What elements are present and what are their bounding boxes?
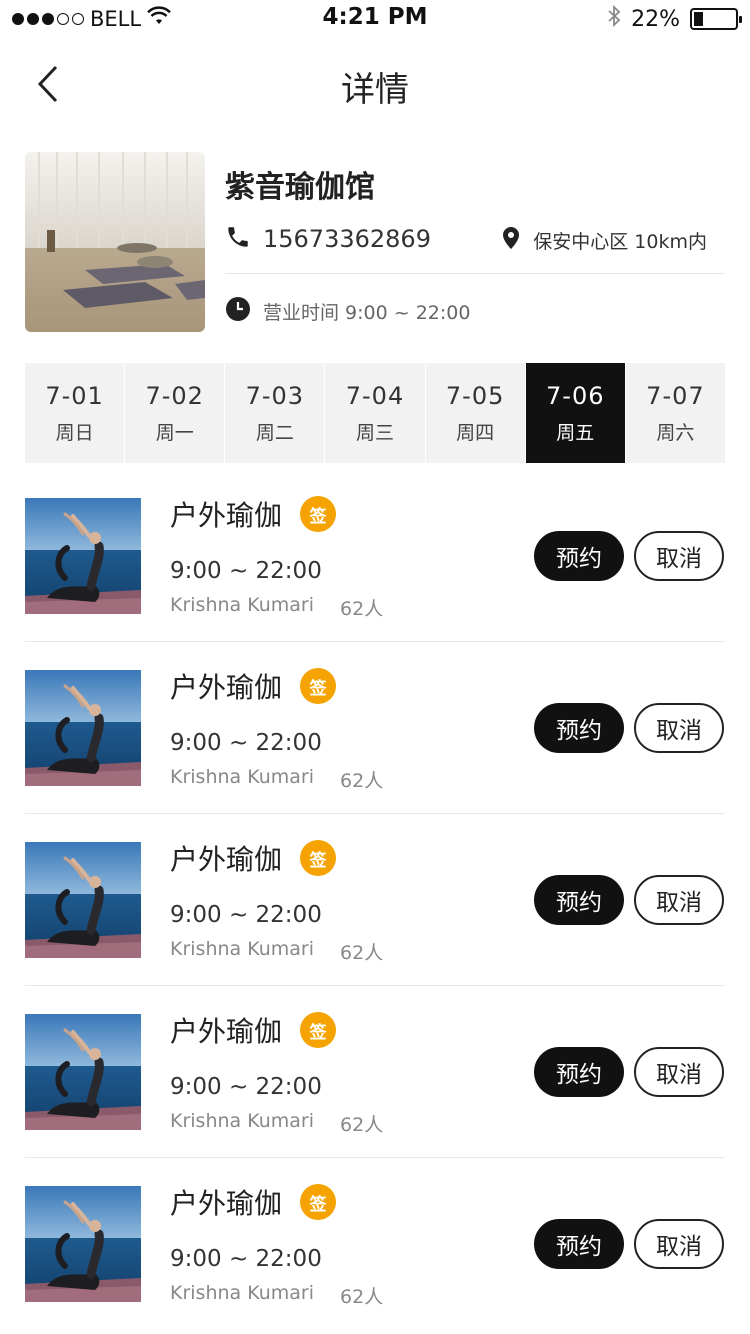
instructor-name: Krishna Kumari	[170, 766, 315, 788]
participant-count: 62人	[340, 1286, 384, 1308]
date-tab[interactable]: 7-04 周三	[325, 363, 426, 463]
class-meta: Krishna Kumari 62人	[170, 1282, 383, 1309]
class-meta: Krishna Kumari 62人	[170, 766, 383, 793]
class-thumbnail	[25, 670, 141, 786]
date-label: 7-05	[445, 381, 505, 410]
class-time: 9:00 ~ 22:00	[170, 558, 322, 584]
date-tabs: 7-01 周日 7-02 周一 7-03 周二 7-04 周三 7-05 周四 7-06 周…	[25, 363, 725, 463]
date-label: 7-06	[546, 381, 605, 410]
book-button[interactable]: 预约	[534, 531, 624, 581]
class-title: 户外瑜伽签	[170, 494, 337, 534]
list-item: 户外瑜伽签 9:00 ~ 22:00 Krishna Kumari 62人 预约 …	[25, 986, 725, 1158]
date-label: 7-01	[45, 381, 104, 410]
class-time: 9:00 ~ 22:00	[170, 730, 322, 756]
cancel-button[interactable]: 取消	[634, 531, 724, 581]
venue-name: 紫音瑜伽馆	[225, 170, 375, 205]
venue-phone[interactable]: 15673362869	[225, 224, 431, 254]
book-button[interactable]: 预约	[534, 875, 624, 925]
weekday-label: 周四	[456, 421, 495, 444]
class-title-text: 户外瑜伽	[170, 843, 283, 876]
date-label: 7-02	[145, 381, 204, 410]
cancel-button[interactable]: 取消	[634, 703, 724, 753]
venue-location[interactable]: 保安中心区 10km内	[501, 226, 707, 254]
class-title: 户外瑜伽签	[170, 838, 337, 878]
participant-count: 62人	[340, 770, 384, 792]
class-thumbnail	[25, 842, 141, 958]
weekday-label: 周二	[255, 421, 294, 444]
date-tab[interactable]: 7-02 周一	[125, 363, 226, 463]
status-bar: BELL 4:21 PM 22%	[0, 0, 750, 40]
list-item: 户外瑜伽签 9:00 ~ 22:00 Krishna Kumari 62人 预约 …	[25, 642, 725, 814]
hours-text: 营业时间 9:00 ~ 22:00	[263, 301, 471, 324]
date-tab[interactable]: 7-03 周二	[225, 363, 326, 463]
date-label: 7-03	[245, 381, 305, 410]
cancel-button[interactable]: 取消	[634, 1219, 724, 1269]
cancel-button[interactable]: 取消	[634, 875, 724, 925]
venue-hours: 营业时间 9:00 ~ 22:00	[225, 296, 470, 326]
sign-badge: 签	[300, 840, 337, 876]
weekday-label: 周日	[55, 421, 94, 444]
sign-badge: 签	[300, 668, 337, 704]
date-tab[interactable]: 7-05 周四	[426, 363, 526, 463]
divider	[225, 273, 725, 274]
class-thumbnail	[25, 498, 141, 614]
participant-count: 62人	[340, 598, 384, 620]
participant-count: 62人	[340, 942, 384, 964]
class-meta: Krishna Kumari 62人	[170, 1110, 383, 1137]
list-item: 户外瑜伽签 9:00 ~ 22:00 Krishna Kumari 62人 预约 …	[25, 470, 725, 642]
battery-percent: 22%	[631, 6, 680, 32]
location-text: 保安中心区 10km内	[533, 230, 707, 253]
sign-badge: 签	[300, 496, 337, 532]
status-right: 22%	[607, 4, 742, 34]
nav-bar: 详情	[0, 40, 750, 128]
list-item: 户外瑜伽签 9:00 ~ 22:00 Krishna Kumari 62人 预约 …	[25, 1158, 725, 1330]
bluetooth-icon	[607, 4, 621, 34]
class-thumbnail	[25, 1014, 141, 1130]
class-time: 9:00 ~ 22:00	[170, 1246, 322, 1272]
weekday-label: 周一	[155, 421, 194, 444]
sign-badge: 签	[300, 1184, 337, 1220]
class-title: 户外瑜伽签	[170, 1182, 337, 1222]
class-time: 9:00 ~ 22:00	[170, 1074, 322, 1100]
participant-count: 62人	[340, 1114, 384, 1136]
class-title: 户外瑜伽签	[170, 1010, 337, 1050]
list-item: 户外瑜伽签 9:00 ~ 22:00 Krishna Kumari 62人 预约 …	[25, 814, 725, 986]
location-pin-icon	[501, 226, 521, 254]
class-title-text: 户外瑜伽	[170, 671, 283, 704]
instructor-name: Krishna Kumari	[170, 938, 315, 960]
book-button[interactable]: 预约	[534, 1219, 624, 1269]
class-title: 户外瑜伽签	[170, 666, 337, 706]
battery-fill	[694, 12, 703, 26]
weekday-label: 周三	[355, 421, 394, 444]
sign-badge: 签	[300, 1012, 337, 1048]
book-button[interactable]: 预约	[534, 1047, 624, 1097]
date-tab[interactable]: 7-06 周五	[525, 363, 626, 463]
class-title-text: 户外瑜伽	[170, 1015, 283, 1048]
date-label: 7-07	[646, 381, 705, 410]
battery-icon	[690, 8, 742, 30]
date-tab[interactable]: 7-07 周六	[626, 363, 725, 463]
instructor-name: Krishna Kumari	[170, 594, 315, 616]
class-list: 户外瑜伽签 9:00 ~ 22:00 Krishna Kumari 62人 预约 …	[25, 470, 725, 1330]
weekday-label: 周五	[556, 421, 595, 444]
date-tab[interactable]: 7-01 周日	[25, 363, 126, 463]
class-time: 9:00 ~ 22:00	[170, 902, 322, 928]
phone-icon	[225, 224, 251, 254]
book-button[interactable]: 预约	[534, 703, 624, 753]
weekday-label: 周六	[656, 421, 695, 444]
class-meta: Krishna Kumari 62人	[170, 594, 383, 621]
page-title: 详情	[341, 70, 409, 110]
cancel-button[interactable]: 取消	[634, 1047, 724, 1097]
class-title-text: 户外瑜伽	[170, 1187, 283, 1220]
instructor-name: Krishna Kumari	[170, 1110, 315, 1132]
venue-photo	[25, 152, 205, 332]
class-meta: Krishna Kumari 62人	[170, 938, 383, 965]
class-thumbnail	[25, 1186, 141, 1302]
venue-card: 紫音瑜伽馆 15673362869 保安中心区 10km内 营业时间 9:00 …	[25, 152, 725, 334]
phone-number: 15673362869	[263, 225, 431, 253]
class-title-text: 户外瑜伽	[170, 499, 283, 532]
instructor-name: Krishna Kumari	[170, 1282, 315, 1304]
clock-icon	[225, 296, 251, 326]
date-label: 7-04	[345, 381, 405, 410]
